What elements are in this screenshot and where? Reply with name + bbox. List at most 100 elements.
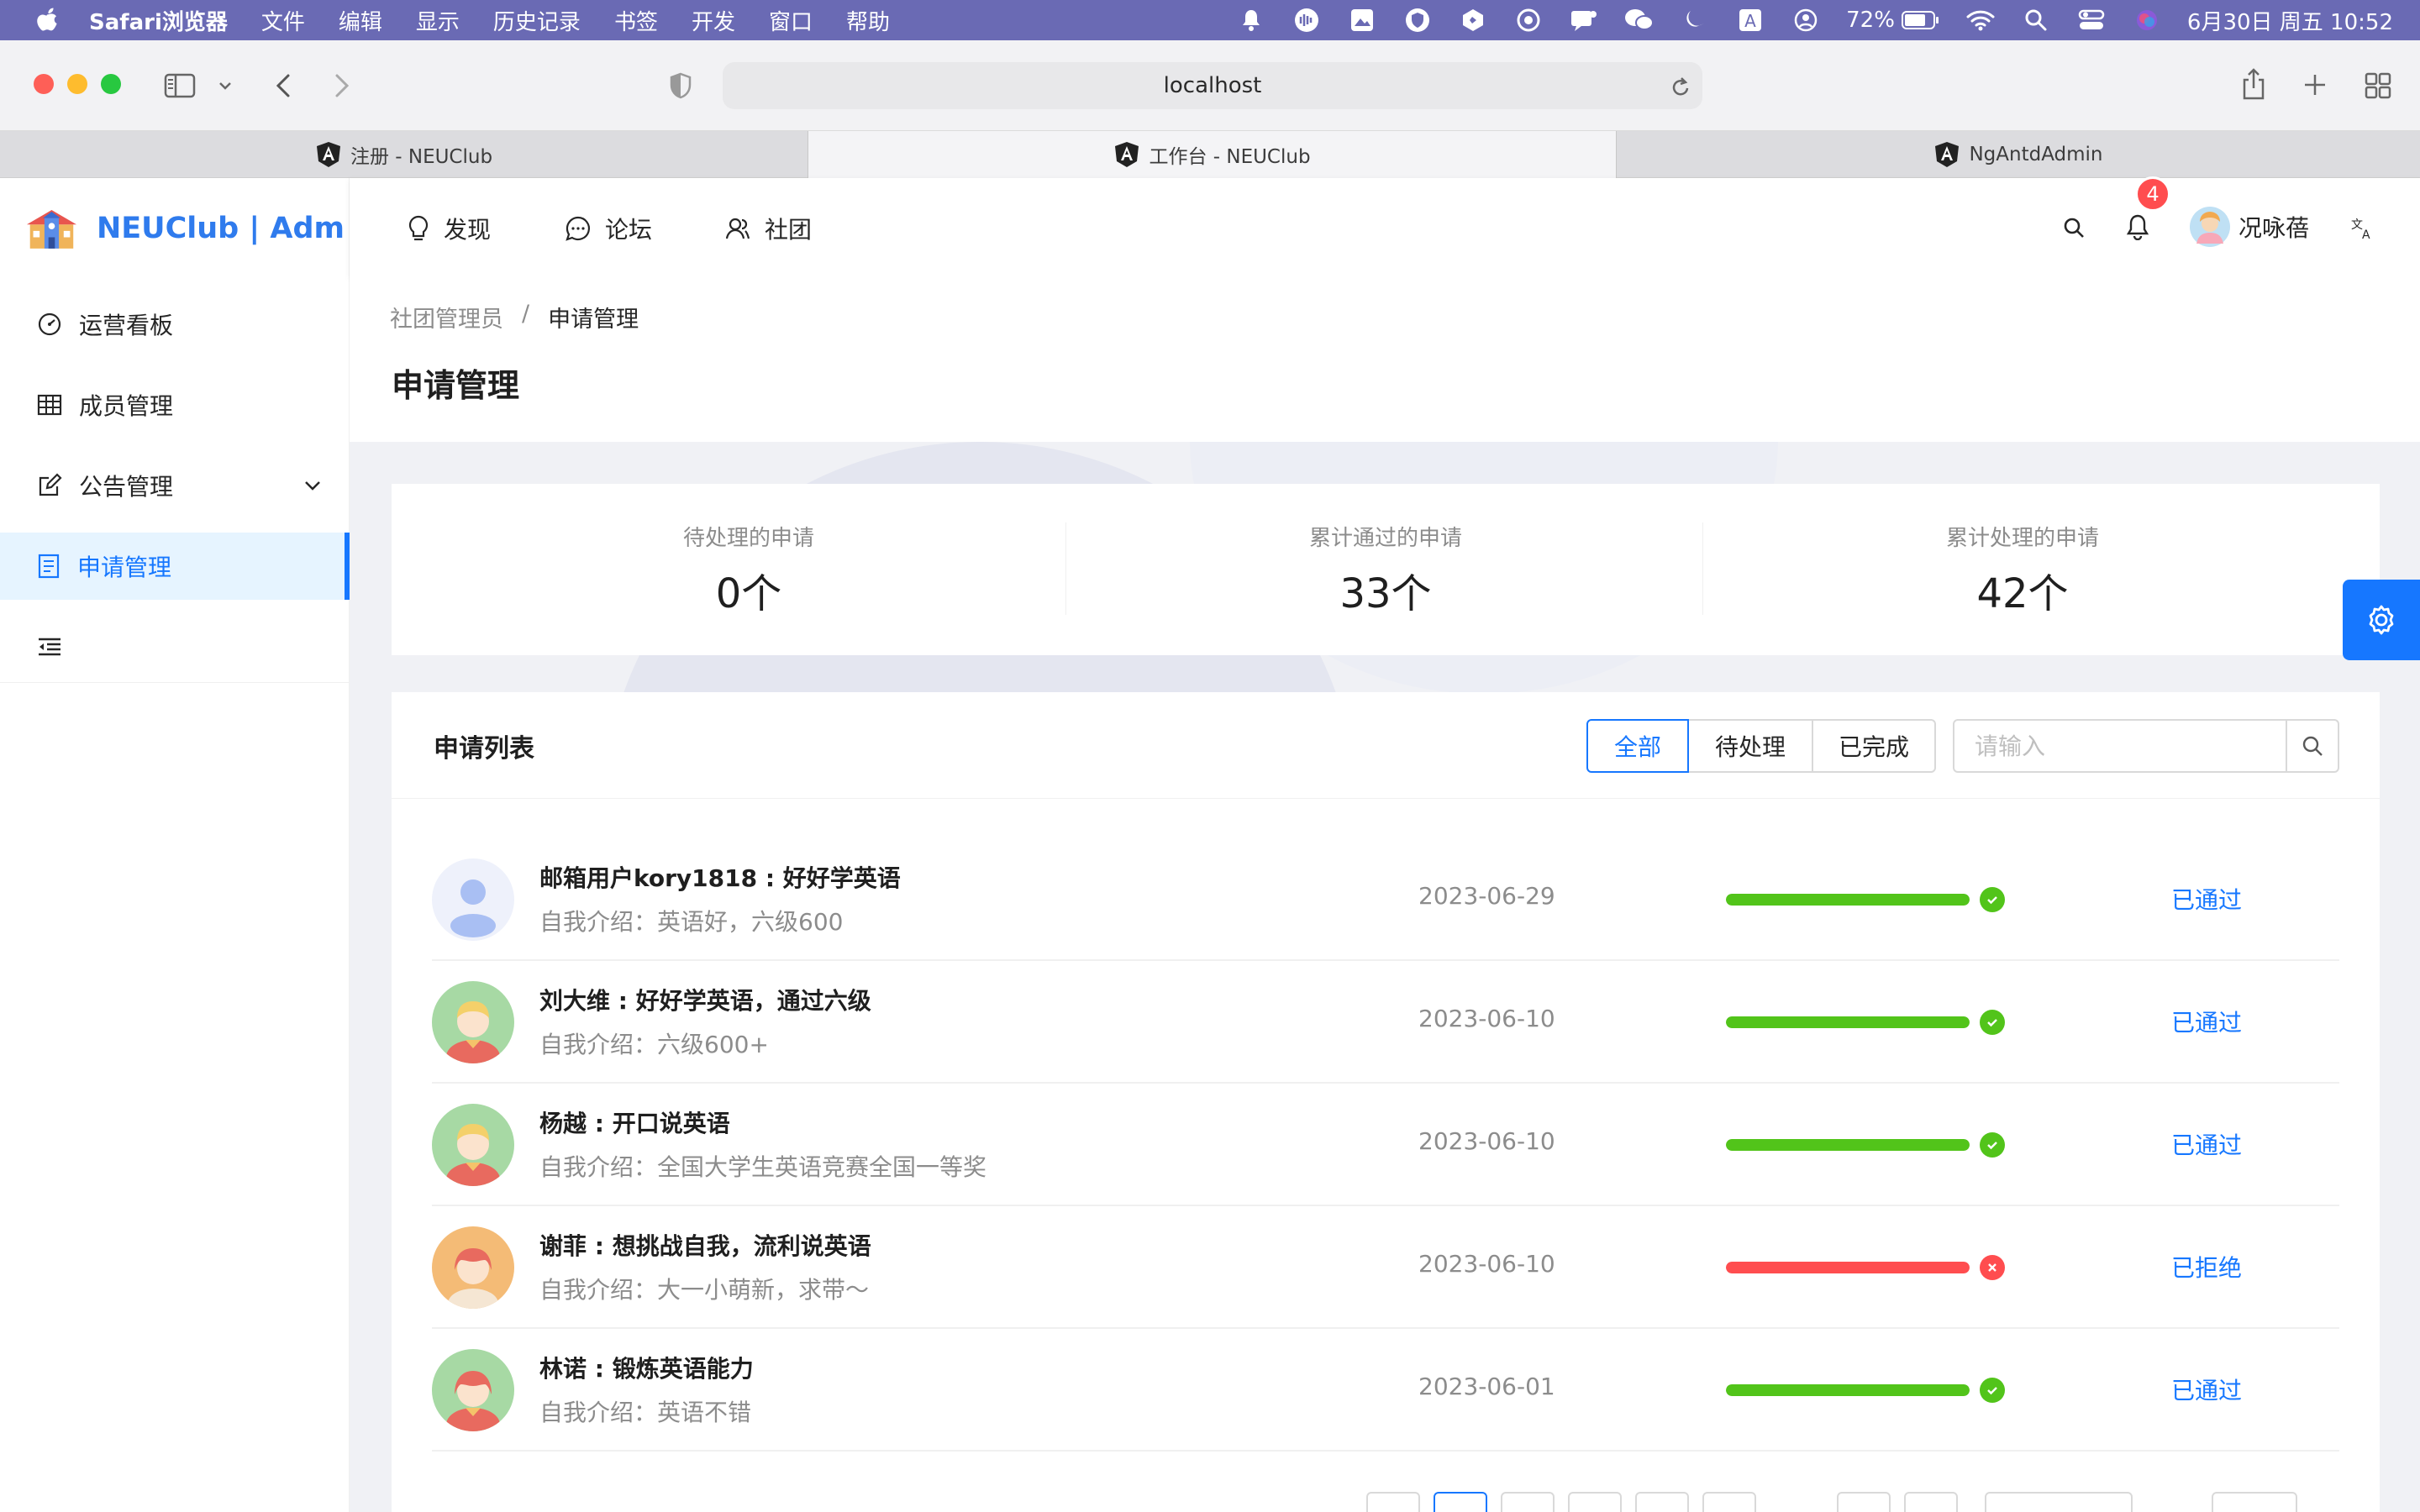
menubar-datetime[interactable]: 6月30日 周五 10:52	[2187, 5, 2393, 36]
app-logo[interactable]: NEUClub | Adm	[25, 198, 345, 259]
table-icon	[37, 394, 62, 416]
new-tab-plus-icon[interactable]	[2301, 71, 2329, 99]
pagination-prev-button[interactable]	[1366, 1492, 1420, 1512]
sidebar-toggle-icon[interactable]	[163, 71, 197, 101]
browser-tab-workbench[interactable]: 工作台 - NEUClub	[808, 131, 1617, 178]
status-link[interactable]: 已拒绝	[2171, 1250, 2242, 1284]
browser-tab-bar: 注册 - NEUClub 工作台 - NEUClub NgAntdAdmin	[0, 131, 2420, 178]
input-method-icon[interactable]: A	[1735, 5, 1765, 35]
share-icon[interactable]	[2238, 67, 2269, 101]
progress-fill	[1726, 894, 1970, 906]
audio-app-icon[interactable]	[1292, 5, 1322, 35]
search-button[interactable]	[2286, 719, 2339, 773]
sidebar-item-dashboard[interactable]: 运营看板	[0, 291, 350, 358]
tab-label: NgAntdAdmin	[1969, 144, 2103, 165]
zoom-window-button[interactable]	[101, 74, 121, 94]
notification-bell-icon[interactable]	[2126, 212, 2154, 242]
user-name: 况咏蓓	[2238, 214, 2310, 242]
status-link[interactable]: 已通过	[2171, 1005, 2242, 1038]
apple-icon[interactable]	[32, 7, 62, 34]
search-input[interactable]	[1953, 719, 2287, 773]
menu-bookmarks[interactable]: 书签	[614, 5, 658, 36]
hex-app-icon[interactable]	[1458, 5, 1488, 35]
notification-count-badge: 4	[2135, 176, 2170, 212]
pagination-page-button[interactable]	[1501, 1492, 1555, 1512]
browser-tab-ngantdadmin[interactable]: NgAntdAdmin	[1617, 131, 2420, 178]
nav-discover[interactable]: 发现	[407, 208, 491, 249]
application-row: 邮箱用户kory1818 : 好好学英语 自我介绍：英语好，六级600 2023…	[432, 838, 2339, 961]
sidebar-item-label: 运营看板	[79, 312, 174, 339]
reload-icon[interactable]	[1667, 74, 1694, 101]
image-app-icon[interactable]	[1347, 5, 1377, 35]
menu-window[interactable]: 窗口	[769, 5, 813, 36]
application-title[interactable]: 杨越 : 开口说英语	[539, 1105, 730, 1139]
settings-drawer-button[interactable]	[2343, 580, 2420, 660]
pagination-page-button[interactable]	[1434, 1492, 1487, 1512]
breadcrumb-current: 申请管理	[548, 307, 639, 333]
minimize-window-button[interactable]	[67, 74, 87, 94]
chevron-down-icon[interactable]	[215, 76, 235, 96]
application-title[interactable]: 谢菲 : 想挑战自我，流利说英语	[539, 1228, 871, 1262]
stat-label: 累计通过的申请	[1308, 525, 1462, 551]
menu-app-name[interactable]: Safari浏览器	[89, 5, 228, 36]
user-menu[interactable]: 况咏蓓	[2190, 205, 2309, 249]
status-icon	[1980, 1378, 2005, 1403]
menu-history[interactable]: 历史记录	[493, 5, 581, 36]
tab-overview-icon[interactable]	[2363, 71, 2393, 101]
close-window-button[interactable]	[34, 74, 54, 94]
sidebar-item-applications[interactable]: 申请管理	[0, 533, 350, 600]
search-icon	[2302, 736, 2323, 756]
pagination-page-button[interactable]	[1568, 1492, 1622, 1512]
menu-view[interactable]: 显示	[416, 5, 460, 36]
sync-app-icon[interactable]	[1513, 5, 1544, 35]
application-title[interactable]: 刘大维 : 好好学英语，通过六级	[539, 983, 871, 1016]
control-center-icon[interactable]	[2076, 5, 2107, 35]
siri-icon[interactable]	[2132, 5, 2162, 35]
filter-all-button[interactable]: 全部	[1586, 719, 1689, 773]
moon-icon[interactable]	[1680, 5, 1710, 35]
nav-clubs[interactable]: 社团	[724, 208, 812, 249]
header-search-icon[interactable]	[2062, 213, 2091, 242]
collapse-sidebar-button[interactable]	[0, 613, 350, 680]
filter-pending-button[interactable]: 待处理	[1687, 719, 1813, 773]
pagination-page-button[interactable]	[1837, 1492, 1891, 1512]
spotlight-icon[interactable]	[2021, 5, 2051, 35]
bell-status-icon[interactable]	[1236, 5, 1266, 35]
menu-edit[interactable]: 编辑	[339, 5, 382, 36]
dashboard-icon	[38, 312, 61, 336]
browser-tab-register[interactable]: 注册 - NEUClub	[0, 131, 808, 178]
page-jump-input[interactable]	[2212, 1492, 2297, 1512]
wifi-icon[interactable]	[1965, 5, 1996, 35]
filter-completed-button[interactable]: 已完成	[1812, 719, 1936, 773]
battery-status[interactable]: 72%	[1846, 8, 1940, 33]
forward-arrow-icon[interactable]	[328, 71, 356, 101]
progress-bar	[1726, 1016, 1970, 1028]
sidebar-item-announcements[interactable]: 公告管理	[0, 452, 350, 519]
wechat-icon[interactable]	[1624, 5, 1655, 35]
status-link[interactable]: 已通过	[2171, 1127, 2242, 1161]
page-size-select[interactable]	[1985, 1492, 2133, 1512]
back-arrow-icon[interactable]	[269, 71, 297, 101]
status-link[interactable]: 已通过	[2171, 882, 2242, 916]
address-bar[interactable]: localhost	[723, 62, 1702, 109]
application-title[interactable]: 邮箱用户kory1818 : 好好学英语	[539, 860, 901, 894]
privacy-shield-icon[interactable]	[666, 71, 696, 101]
pagination-page-button[interactable]	[1702, 1492, 1756, 1512]
status-link[interactable]: 已通过	[2171, 1373, 2242, 1406]
shield-app-icon[interactable]	[1402, 5, 1433, 35]
menu-develop[interactable]: 开发	[692, 5, 735, 36]
menu-help[interactable]: 帮助	[846, 5, 890, 36]
svg-text:文: 文	[2351, 218, 2363, 232]
notification-app-icon[interactable]	[1569, 5, 1599, 35]
nav-forum[interactable]: 论坛	[565, 208, 652, 249]
user-status-icon[interactable]	[1791, 5, 1821, 35]
application-title[interactable]: 林诺 : 锻炼英语能力	[539, 1351, 754, 1384]
translate-icon[interactable]: 文A	[2349, 213, 2378, 242]
stat-divider	[1702, 522, 1703, 615]
pagination-page-button[interactable]	[1635, 1492, 1689, 1512]
avatar	[432, 981, 514, 1063]
breadcrumb-parent[interactable]: 社团管理员	[390, 301, 503, 333]
pagination-next-button[interactable]	[1904, 1492, 1958, 1512]
sidebar-item-members[interactable]: 成员管理	[0, 371, 350, 438]
menu-file[interactable]: 文件	[261, 5, 305, 36]
